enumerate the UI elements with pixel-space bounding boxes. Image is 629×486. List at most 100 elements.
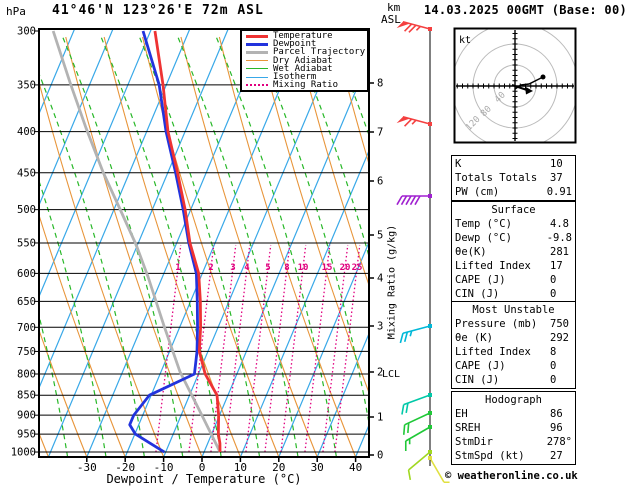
- panel-row-value: 278°: [546, 436, 572, 448]
- wind-barb-station-dot: [428, 425, 432, 429]
- hodograph: 4080120kt: [453, 27, 577, 144]
- panel-box-title: Most Unstable: [472, 304, 555, 316]
- pressure-tick-label: 600: [17, 268, 36, 280]
- mixing-ratio-label: 5: [265, 263, 270, 273]
- panel-row-value: 27: [550, 450, 563, 462]
- panel-row: Temp (°C) 4.8: [455, 217, 572, 231]
- datetime-label: 14.03.2025 00GMT (Base: 00): [423, 3, 627, 17]
- panel-row-value: 4.8: [550, 218, 569, 230]
- panel-row-value: 0: [550, 374, 557, 386]
- mixing-ratio-line: [304, 244, 331, 453]
- legend-item: Mixing Ratio: [246, 80, 367, 91]
- panel-row-label: CIN (J): [455, 288, 500, 300]
- legend-swatch-solid: [246, 50, 268, 54]
- panel-row-label: PW (cm): [455, 186, 500, 198]
- wind-barb-column: [396, 20, 450, 484]
- wind-barb-station-dot: [428, 27, 432, 31]
- pressure-tick-label: 450: [17, 167, 36, 179]
- legend-item-label: Mixing Ratio: [273, 80, 339, 91]
- km-tick-label: 0: [377, 450, 383, 462]
- credit-label: © weatheronline.co.uk: [445, 470, 578, 482]
- lcl-marker-label: LCL: [382, 369, 401, 380]
- wind-barb-station-dot: [428, 324, 432, 328]
- panel-row-value: 8: [550, 346, 557, 358]
- mixing-ratio-label: 4: [244, 263, 250, 273]
- legend-swatch-solid: [246, 76, 268, 78]
- wet-adiabat-line: [39, 179, 107, 457]
- wind-barb-station-dot: [428, 122, 432, 126]
- pressure-tick-label: 900: [17, 410, 36, 422]
- km-tick-label: 7: [377, 127, 383, 139]
- panel-box-surface: Surface Temp (°C) 4.8 Dewp (°C) -9.8 θe(K) 281…: [451, 201, 576, 303]
- dry-adiabat-line: [295, 36, 369, 287]
- dry-adiabat-line: [257, 36, 369, 395]
- wind-barb: [396, 115, 432, 127]
- dry-adiabat-line: [218, 36, 357, 457]
- panel-row-value: 0: [550, 360, 557, 372]
- panel-row: CIN (J) 0: [455, 373, 572, 387]
- panel-box-most-unstable: Most Unstable Pressure (mb) 750 θe (K) 292 Li…: [451, 301, 576, 389]
- panel-row-value: -9.8: [546, 232, 572, 244]
- panel-row-value: 86: [550, 408, 563, 420]
- dry-adiabat-line: [142, 36, 280, 457]
- legend-swatch-solid: [246, 34, 268, 38]
- km-tick-label: 4: [377, 273, 383, 285]
- wind-barb: [401, 393, 432, 415]
- panel-row-label: θe (K): [455, 332, 493, 344]
- wind-barb-station-dot: [428, 456, 432, 460]
- mixing-ratio-line: [245, 244, 272, 453]
- legend-swatch-dotted: [246, 84, 268, 87]
- legend-swatch-solid: [246, 42, 268, 46]
- mixing-ratio-label: 20: [340, 263, 351, 273]
- hodograph-unit-label: kt: [459, 35, 471, 46]
- wind-barb: [396, 20, 432, 33]
- pressure-tick-label: 850: [17, 390, 36, 402]
- km-tick-label: 8: [377, 78, 383, 90]
- panel-row-label: Lifted Index: [455, 260, 531, 272]
- panel-row-label: Lifted Index: [455, 346, 531, 358]
- panel-row-value: 0.91: [546, 186, 572, 198]
- panel-row: StmSpd (kt) 27: [455, 449, 572, 463]
- wind-barb: [396, 194, 432, 206]
- panel-row-label: StmSpd (kt): [455, 450, 525, 462]
- wind-barb-station-dot: [428, 393, 432, 397]
- km-tick-label: 1: [377, 412, 383, 424]
- panel-row: Lifted Index 17: [455, 259, 572, 273]
- wet-adiabat-line: [600, 37, 629, 457]
- pressure-tick-label: 950: [17, 429, 36, 441]
- panel-row: EH 86: [455, 407, 572, 421]
- dry-adiabat-line: [65, 36, 203, 457]
- panel-row: SREH 96: [455, 421, 572, 435]
- mixing-ratio-line: [334, 244, 361, 453]
- mixing-ratio-label: 2: [208, 263, 213, 273]
- panel-row-label: K: [455, 158, 462, 170]
- panel-row: StmDir 278°: [455, 435, 572, 449]
- mixing-ratio-label: 10: [298, 263, 309, 273]
- wind-barb: [399, 324, 432, 344]
- km-tick-label: 3: [377, 321, 383, 333]
- panel-row: PW (cm) 0.91: [455, 185, 572, 199]
- mixing-ratio-label: 8: [284, 263, 289, 273]
- panel-row-label: EH: [455, 408, 468, 420]
- panel-row-label: Dewp (°C): [455, 232, 512, 244]
- panel-row-value: 17: [550, 260, 563, 272]
- km-tick-label: 6: [377, 176, 383, 188]
- panel-box-title: Hodograph: [485, 394, 542, 406]
- mixing-ratio-label: 15: [322, 263, 333, 273]
- pressure-tick-label: 500: [17, 204, 36, 216]
- wind-barb-station-dot: [428, 411, 432, 415]
- panel-row: CIN (J) 0: [455, 287, 572, 301]
- pressure-tick-label: 650: [17, 296, 36, 308]
- panel-row: Pressure (mb) 750: [455, 317, 572, 331]
- mixing-ratio-label: 3: [230, 263, 235, 273]
- wind-barb: [402, 411, 432, 435]
- asl-unit-label: ASL: [381, 13, 401, 26]
- panel-row-value: 37: [550, 172, 563, 184]
- panel-row: K 10: [455, 157, 572, 171]
- pressure-unit-label: hPa: [6, 5, 26, 18]
- panel-row-value: 292: [550, 332, 569, 344]
- pressure-tick-label: 350: [17, 79, 36, 91]
- panel-row: CAPE (J) 0: [455, 273, 572, 287]
- pressure-tick-label: 400: [17, 126, 36, 138]
- page-title: 41°46'N 123°26'E 72m ASL: [52, 3, 264, 18]
